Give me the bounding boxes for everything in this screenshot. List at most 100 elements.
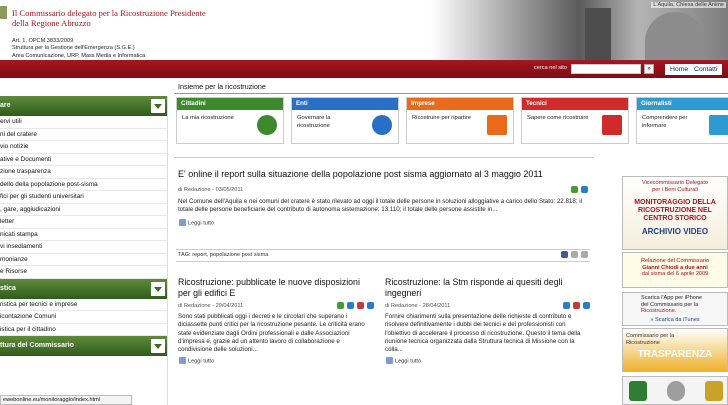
site-title-line2[interactable]: della Regione Abruzzo [12,18,206,28]
category-title[interactable]: Enti [292,98,398,110]
category-title[interactable]: Cittadini [177,98,283,110]
news-left-title[interactable]: Ricostruzione: pubblicate le nuove dispo… [178,277,374,299]
search-input[interactable] [571,64,641,74]
print-icon[interactable] [571,251,579,258]
chevron-down-icon[interactable] [151,281,165,296]
featured-tags[interactable]: TAG: report, popolazione post sisma [178,252,268,258]
sidebar-item[interactable]: icontazione Comuni [0,311,167,324]
banner-emblems[interactable] [622,376,728,405]
news-left-meta: di Redazione - 29/04/2011 [178,303,244,309]
banner-text: dal sisma del 6 aprile 2009 [641,271,709,277]
sidebar-section-structure[interactable]: ttura del Commissario [0,336,167,356]
category-title[interactable]: Giornalisti [637,98,728,110]
sidebar-item[interactable]: letter [0,216,167,229]
site-title[interactable]: Il Commissario delegato per la Ricostruz… [12,8,206,28]
banner-monitoraggio[interactable]: Vicecommissario Delegato per i Beni Cult… [622,176,728,250]
home-link[interactable]: Home [670,66,688,73]
sidebar-section-label: are [0,102,11,109]
news-item-right: Ricostruzione: la Stm risponde ai quesit… [385,277,590,365]
contacts-link[interactable]: Contatti [694,66,717,73]
featured-article: E' online il report sulla situazione del… [178,169,590,226]
site-subtitle-line2: Struttura per la Gestione dell'Emergenza… [12,45,135,52]
banner-text: Ricostruzione [626,339,660,346]
search-button[interactable]: » [644,64,654,74]
category-title[interactable]: Imprese [407,98,513,110]
category-tecnici[interactable]: Tecnici Sapere come ricostruire [521,97,629,144]
site-header: Il Commissario delegato per la Ricostruz… [0,0,728,60]
sidebar-item[interactable]: zione trasparenza [0,166,167,179]
share-icon[interactable] [571,186,579,193]
category-text[interactable]: La mia ricostruzione [182,115,244,123]
regione-abruzzo-emblem-icon [0,6,7,19]
edit-icon[interactable] [581,186,588,193]
category-title[interactable]: Tecnici [522,98,628,110]
sidebar-item[interactable]: e Risorse [0,266,167,279]
banner-relazione[interactable]: Relazione del Commissario Gianni Chiodi … [622,252,728,288]
email-icon[interactable] [581,251,588,258]
featured-body: Nel Comune dell'Aquila e nei comuni del … [178,198,582,214]
category-giornalisti[interactable]: Giornalisti Comprendere per informare [636,97,728,144]
calculator-icon[interactable] [487,115,507,135]
banner-trasparenza[interactable]: Commissario per la Ricostruzione TRASPAR… [622,328,728,372]
sidebar-item[interactable]: dello della popolazione post-sisma [0,179,167,191]
edit-icon[interactable] [583,302,590,309]
edit-icon[interactable] [367,302,374,309]
site-subtitle: Art. 1, OPCM 3833/2009 Struttura per la … [12,38,145,60]
sidebar-item[interactable]: fici per gli studenti universitari [0,191,167,204]
sidebar-item[interactable]: istica per il cittadino [0,324,167,336]
category-text[interactable]: Sapere come ricostruire [527,115,589,123]
sidebar: are ervi utili ni del cratere vio notizi… [0,96,168,405]
emblem-icon [705,381,723,401]
section-divider [174,93,728,94]
sidebar-section-statistics[interactable]: stica [0,278,167,299]
info-icon[interactable] [347,302,355,309]
category-text[interactable]: Governare la ricostruzione [297,115,359,130]
category-enti[interactable]: Enti Governare la ricostruzione [291,97,399,144]
news-left-read-more[interactable]: Leggi tutto [188,359,214,365]
read-more-icon[interactable] [386,357,393,365]
read-more-icon[interactable] [179,218,186,226]
sidebar-item[interactable]: vio notizie [0,141,167,154]
sidebar-item[interactable]: ristica per tecnici e imprese [0,299,167,311]
house-icon[interactable] [602,115,622,135]
category-imprese[interactable]: Imprese Ricostruire per ripartire [406,97,514,144]
featured-read-more[interactable]: Leggi tutto [188,220,214,226]
category-text[interactable]: Comprendere per informare [642,115,704,130]
pdf-icon[interactable] [357,302,365,309]
banner-iphone-app[interactable]: Scarica l'App per iPhone del Commissario… [622,292,728,326]
pencil-icon[interactable] [709,115,728,135]
sidebar-item[interactable]: vi insediamenti [0,241,167,254]
featured-title[interactable]: E' online il report sulla situazione del… [178,169,590,180]
sidebar-item[interactable]: nicati stampa [0,229,167,241]
top-nav-bar: cerca nel sito » Home Contatti [0,60,728,78]
sidebar-section-main[interactable]: are [0,96,167,116]
gauge-icon[interactable] [372,115,392,135]
site-title-line1[interactable]: Il Commissario delegato per la Ricostruz… [12,8,206,18]
info-icon[interactable] [563,302,571,309]
sidebar-item[interactable]: ni del cratere [0,129,167,141]
pdf-icon[interactable] [573,302,581,309]
banner-text: TRASPARENZA [637,349,713,360]
sidebar-item[interactable]: monianze [0,254,167,266]
facebook-icon[interactable] [561,251,569,258]
sidebar-item[interactable]: , gare, aggiudicazioni [0,204,167,216]
browser-status-bar: ewebonline.eu/monitoraggio/index.html [0,395,132,405]
people-icon[interactable] [257,115,277,135]
news-right-body: Fornire chiarimenti sulla presentazione … [385,313,581,354]
photo-caption: L'Aquila, Chiesa delle Anime [651,2,726,8]
category-text[interactable]: Ricostruire per ripartire [412,115,474,123]
category-cittadini[interactable]: Cittadini La mia ricostruzione [176,97,284,144]
news-item-left: Ricostruzione: pubblicate le nuove dispo… [178,277,374,365]
sidebar-section-label: ttura del Commissario [0,342,74,349]
banner-text: MONITORAGGIO DELLA [634,199,716,206]
sidebar-item[interactable]: ative e Documenti [0,154,167,166]
right-banners: Vicecommissario Delegato per i Beni Cult… [612,168,728,405]
chevron-down-icon[interactable] [151,339,165,353]
news-right-title[interactable]: Ricostruzione: la Stm risponde ai quesit… [385,277,590,299]
read-more-icon[interactable] [179,357,186,365]
news-right-read-more[interactable]: Leggi tutto [395,359,421,365]
sidebar-item[interactable]: ervi utili [0,116,167,129]
chevron-down-icon[interactable] [151,99,165,113]
banner-text: ARCHIVIO VIDEO [641,227,709,236]
share-icon[interactable] [337,302,345,309]
